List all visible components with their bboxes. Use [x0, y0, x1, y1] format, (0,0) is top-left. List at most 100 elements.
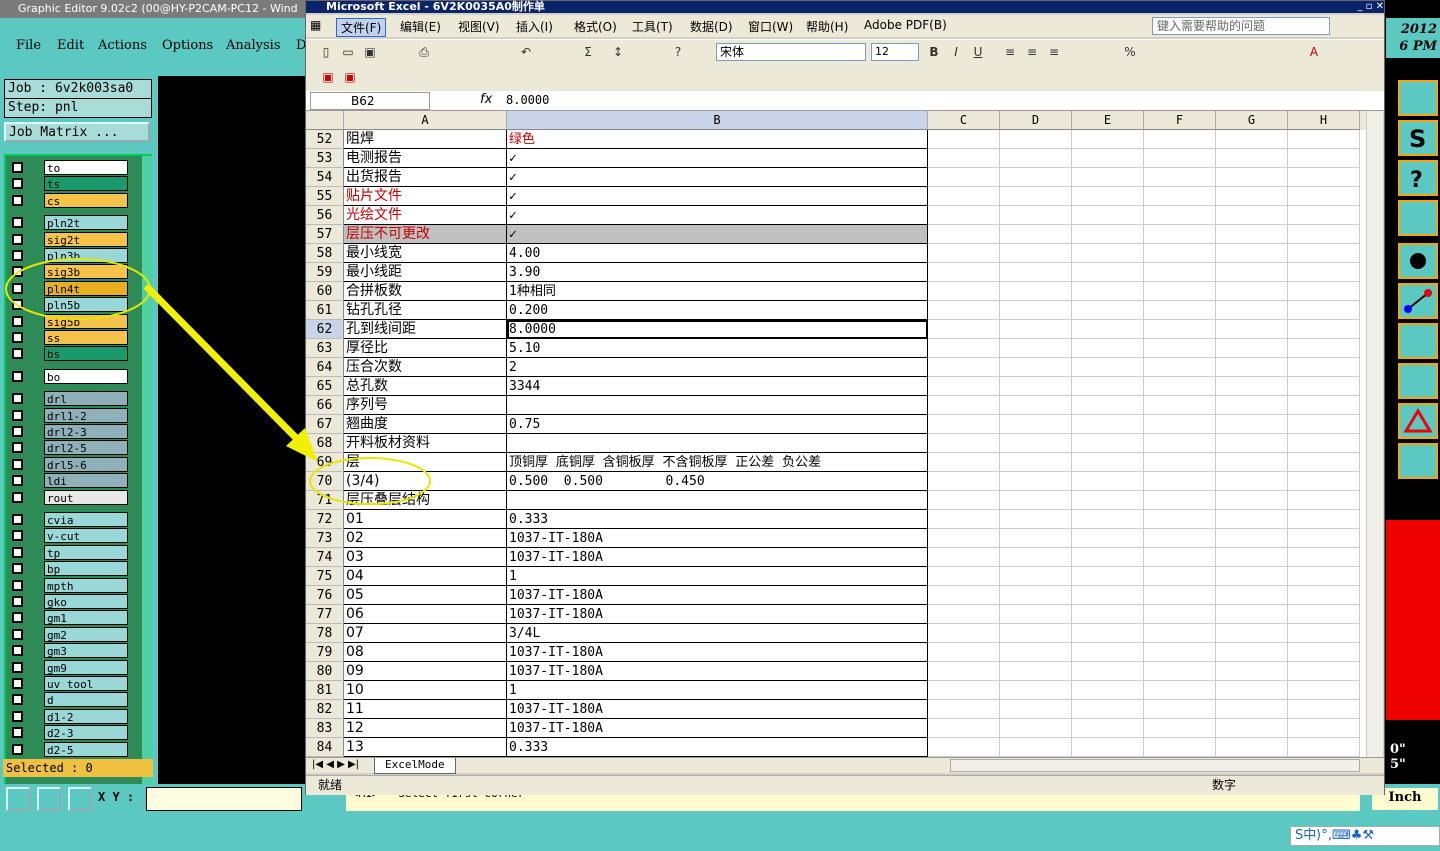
empty-cell[interactable]: [1000, 586, 1072, 605]
empty-cell[interactable]: [1144, 719, 1216, 738]
empty-cell[interactable]: [928, 434, 1000, 453]
cell-a[interactable]: 12: [344, 719, 507, 738]
cell-a[interactable]: 贴片文件: [344, 187, 507, 206]
layer-row[interactable]: uv_tool: [8, 676, 128, 691]
row-header[interactable]: 72: [306, 510, 344, 529]
cell-b[interactable]: 5.10: [507, 339, 928, 358]
empty-cell[interactable]: [1000, 472, 1072, 491]
empty-cell[interactable]: [1144, 453, 1216, 472]
empty-cell[interactable]: [1072, 453, 1144, 472]
row-header[interactable]: 66: [306, 396, 344, 415]
empty-cell[interactable]: [1072, 662, 1144, 681]
empty-cell[interactable]: [928, 396, 1000, 415]
menu-data-xl[interactable]: 数据(D): [690, 18, 733, 35]
empty-cell[interactable]: [1072, 358, 1144, 377]
empty-cell[interactable]: [1000, 700, 1072, 719]
empty-cell[interactable]: [928, 282, 1000, 301]
empty-cell[interactable]: [1288, 358, 1360, 377]
layer-name[interactable]: drl2-5: [44, 440, 128, 456]
layer-checkbox[interactable]: [12, 710, 23, 722]
layer-row[interactable]: d1-2: [8, 708, 128, 724]
layer-row[interactable]: pln4t: [8, 280, 128, 296]
row-header[interactable]: 68: [306, 434, 344, 453]
empty-cell[interactable]: [1288, 700, 1360, 719]
empty-cell[interactable]: [1000, 339, 1072, 358]
empty-cell[interactable]: [928, 491, 1000, 510]
empty-cell[interactable]: [1072, 415, 1144, 434]
empty-cell[interactable]: [1144, 206, 1216, 225]
layer-row[interactable]: ts: [8, 176, 128, 192]
layer-row[interactable]: gm1: [8, 610, 128, 626]
help-icon[interactable]: ?: [1398, 160, 1438, 196]
row-header[interactable]: 81: [306, 681, 344, 700]
menu-insert-xl[interactable]: 插入(I): [516, 18, 553, 35]
align-center-icon[interactable]: ≡: [1024, 44, 1040, 60]
layer-row[interactable]: gko: [8, 594, 128, 609]
empty-cell[interactable]: [1288, 282, 1360, 301]
cell-b[interactable]: 3.90: [507, 263, 928, 282]
layer-name[interactable]: bs: [44, 346, 128, 362]
empty-cell[interactable]: [928, 624, 1000, 643]
menu-edit[interactable]: Edit: [57, 38, 84, 53]
empty-cell[interactable]: [1144, 472, 1216, 491]
excel-app-icon[interactable]: ▦: [310, 18, 321, 32]
empty-cell[interactable]: [1216, 643, 1288, 662]
empty-cell[interactable]: [1288, 491, 1360, 510]
empty-cell[interactable]: [1288, 377, 1360, 396]
cell-b[interactable]: 0.500 0.500 0.450: [507, 472, 928, 491]
empty-cell[interactable]: [928, 719, 1000, 738]
font-color-icon[interactable]: A: [1306, 44, 1322, 60]
layer-row[interactable]: to: [8, 160, 128, 175]
layer-scrollbar[interactable]: [142, 156, 152, 830]
layer-name[interactable]: v-cut: [44, 528, 128, 544]
menu-window-xl[interactable]: 窗口(W): [748, 18, 793, 35]
layer-checkbox[interactable]: [12, 458, 23, 470]
empty-cell[interactable]: [1216, 187, 1288, 206]
s-icon[interactable]: S: [1398, 120, 1438, 156]
layer-row[interactable]: d2-3: [8, 725, 128, 741]
layer-row[interactable]: drl1-2: [8, 407, 128, 423]
empty-cell[interactable]: [1288, 263, 1360, 282]
select-all-corner[interactable]: [306, 111, 344, 130]
empty-cell[interactable]: [1144, 187, 1216, 206]
column-header[interactable]: B: [507, 111, 928, 130]
layer-name[interactable]: drl5-6: [44, 456, 128, 472]
new-icon[interactable]: ▯: [318, 44, 334, 60]
layer-checkbox[interactable]: [12, 162, 23, 173]
empty-cell[interactable]: [1072, 168, 1144, 187]
layer-checkbox[interactable]: [12, 217, 23, 229]
empty-cell[interactable]: [1288, 339, 1360, 358]
empty-cell[interactable]: [1072, 339, 1144, 358]
layer-name[interactable]: cvia: [44, 512, 128, 527]
empty-cell[interactable]: [1000, 320, 1072, 339]
empty-cell[interactable]: [1288, 586, 1360, 605]
menu-file[interactable]: File: [16, 38, 41, 53]
cell-b[interactable]: 3344: [507, 377, 928, 396]
layer-row[interactable]: gm9: [8, 659, 128, 675]
empty-cell[interactable]: [928, 700, 1000, 719]
empty-cell[interactable]: [1288, 719, 1360, 738]
row-header[interactable]: 65: [306, 377, 344, 396]
empty-cell[interactable]: [1144, 700, 1216, 719]
cell-a[interactable]: 出货报告: [344, 168, 507, 187]
layer-name[interactable]: gm2: [44, 626, 128, 642]
empty-cell[interactable]: [1000, 453, 1072, 472]
empty-cell[interactable]: [1216, 529, 1288, 548]
empty-cell[interactable]: [928, 681, 1000, 700]
empty-cell[interactable]: [1144, 605, 1216, 624]
empty-cell[interactable]: [1072, 700, 1144, 719]
empty-cell[interactable]: [1288, 738, 1360, 757]
percent-icon[interactable]: %: [1122, 44, 1138, 60]
cell-b[interactable]: 1037-IT-180A: [507, 662, 928, 681]
print-icon[interactable]: ⎙: [416, 44, 432, 60]
layer-checkbox[interactable]: [12, 579, 23, 591]
cell-a[interactable]: 08: [344, 643, 507, 662]
cell-a[interactable]: 03: [344, 548, 507, 567]
layer-name[interactable]: uv_tool: [44, 676, 128, 691]
empty-cell[interactable]: [928, 130, 1000, 149]
cell-b[interactable]: 1种相同: [507, 282, 928, 301]
cell-a[interactable]: 钻孔孔径: [344, 301, 507, 320]
cell-b[interactable]: 2: [507, 358, 928, 377]
row-header[interactable]: 75: [306, 567, 344, 586]
empty-cell[interactable]: [1216, 301, 1288, 320]
